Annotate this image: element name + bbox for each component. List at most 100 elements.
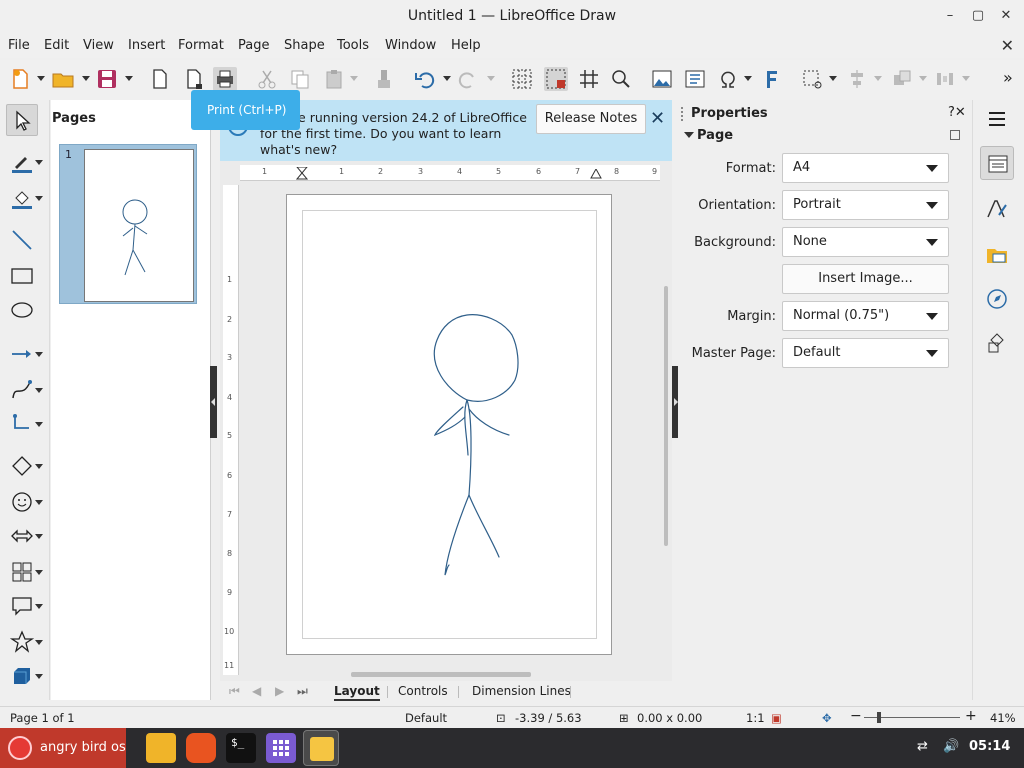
format-select[interactable]: A4 <box>782 153 949 183</box>
snap-grid-icon[interactable] <box>577 67 601 91</box>
flowchart-icon[interactable] <box>6 556 38 588</box>
connector-tool-icon[interactable] <box>6 408 38 440</box>
properties-close-button[interactable]: ✕ <box>955 105 966 120</box>
properties-help-button[interactable]: ?✕ <box>948 105 966 120</box>
insert-image-icon[interactable] <box>650 67 674 91</box>
fill-color-icon[interactable] <box>6 182 38 214</box>
clock[interactable]: 05:14 <box>969 739 1010 754</box>
drawing-canvas[interactable]: 1 1 2 3 4 5 6 7 8 9 1 2 3 4 5 6 7 8 9 10… <box>220 161 672 681</box>
export-icon[interactable] <box>148 67 172 91</box>
pages-pane-collapse-handle[interactable] <box>210 366 217 438</box>
new-dropdown-icon[interactable] <box>37 76 45 82</box>
volume-icon[interactable]: 🔊 <box>943 739 959 754</box>
symbol-shapes-icon[interactable] <box>6 486 38 518</box>
tab-dimension-lines[interactable]: Dimension Lines <box>472 684 571 698</box>
clone-formatting-icon[interactable] <box>372 67 396 91</box>
drawing-page[interactable] <box>286 194 612 655</box>
toolbar-overflow-icon[interactable]: » <box>1003 68 1024 92</box>
menu-format[interactable]: Format <box>178 38 224 53</box>
menu-view[interactable]: View <box>83 38 114 53</box>
page-thumbnail[interactable]: 1 <box>59 144 197 304</box>
transformations-dropdown-icon[interactable] <box>829 76 837 82</box>
curve-dropdown-icon[interactable] <box>35 388 43 394</box>
zoom-slider-handle[interactable] <box>877 712 881 723</box>
zoom-pan-icon[interactable] <box>609 67 633 91</box>
special-character-dropdown-icon[interactable] <box>744 76 752 82</box>
firefox-app-icon[interactable] <box>186 733 216 763</box>
horizontal-scrollbar[interactable] <box>351 672 531 677</box>
menu-file[interactable]: File <box>8 38 30 53</box>
callout-dropdown-icon[interactable] <box>35 604 43 610</box>
menu-insert[interactable]: Insert <box>128 38 165 53</box>
right-indent-marker[interactable] <box>590 169 602 179</box>
panel-grip[interactable] <box>681 107 683 121</box>
tab-controls[interactable]: Controls <box>398 684 448 698</box>
menu-edit[interactable]: Edit <box>44 38 69 53</box>
align-dropdown-icon[interactable] <box>874 76 882 82</box>
menu-help[interactable]: Help <box>451 38 481 53</box>
3d-objects-dropdown-icon[interactable] <box>35 674 43 680</box>
transformations-icon[interactable] <box>800 67 824 91</box>
paste-icon[interactable] <box>322 67 346 91</box>
orientation-select[interactable]: Portrait <box>782 190 949 220</box>
fill-color-dropdown-icon[interactable] <box>35 196 43 202</box>
page-indicator[interactable]: Page 1 of 1 <box>10 711 75 725</box>
block-arrows-dropdown-icon[interactable] <box>35 534 43 540</box>
arrow-line-dropdown-icon[interactable] <box>35 352 43 358</box>
zoom-in-button[interactable]: + <box>965 708 977 724</box>
open-dropdown-icon[interactable] <box>82 76 90 82</box>
document-modified-icon[interactable]: ▣ <box>771 711 782 725</box>
section-collapse-icon[interactable] <box>684 132 694 138</box>
basic-shapes-dropdown-icon[interactable] <box>35 464 43 470</box>
new-document-icon[interactable] <box>8 67 32 91</box>
3d-objects-icon[interactable] <box>6 660 38 692</box>
helplines-icon[interactable] <box>544 67 568 91</box>
terminal-app-icon[interactable]: $_ <box>226 733 256 763</box>
minimize-button[interactable]: – <box>940 6 960 26</box>
open-folder-icon[interactable] <box>51 67 75 91</box>
save-dropdown-icon[interactable] <box>125 76 133 82</box>
callout-icon[interactable] <box>6 590 38 622</box>
cut-icon[interactable] <box>255 67 279 91</box>
print-icon[interactable] <box>213 67 237 91</box>
line-color-dropdown-icon[interactable] <box>35 160 43 166</box>
zoom-percent[interactable]: 41% <box>990 711 1016 725</box>
export-pdf-icon[interactable] <box>182 67 206 91</box>
close-document-button[interactable]: ✕ <box>1001 36 1014 55</box>
line-color-icon[interactable] <box>6 146 38 178</box>
arrow-line-tool-icon[interactable] <box>6 338 38 370</box>
stick-figure-drawing[interactable] <box>287 195 613 656</box>
close-window-button[interactable]: ✕ <box>996 6 1016 26</box>
zoom-out-button[interactable]: − <box>850 708 862 724</box>
copy-icon[interactable] <box>288 67 312 91</box>
styles-tab-icon[interactable] <box>980 192 1014 226</box>
background-select[interactable]: None <box>782 227 949 257</box>
stars-icon[interactable] <box>6 626 38 658</box>
properties-tab-icon[interactable] <box>980 146 1014 180</box>
maximize-button[interactable]: ▢ <box>968 6 988 26</box>
arrange-dropdown-icon[interactable] <box>919 76 927 82</box>
gallery-tab-icon[interactable] <box>980 238 1014 272</box>
app-grid-icon[interactable] <box>266 733 296 763</box>
first-tab-icon[interactable]: ⏮ <box>229 684 240 699</box>
start-menu-button[interactable]: angry bird os <box>0 728 126 768</box>
undo-icon[interactable] <box>413 67 437 91</box>
sidebar-menu-icon[interactable] <box>980 102 1014 136</box>
scale-indicator[interactable]: 1:1 <box>746 711 765 725</box>
master-page-indicator[interactable]: Default <box>405 711 447 725</box>
ellipse-tool-icon[interactable] <box>6 294 38 326</box>
close-infobar-button[interactable]: ✕ <box>650 108 665 129</box>
redo-icon[interactable] <box>456 67 480 91</box>
distribute-icon[interactable] <box>933 67 957 91</box>
fontwork-icon[interactable] <box>760 67 784 91</box>
distribute-dropdown-icon[interactable] <box>962 76 970 82</box>
save-icon[interactable] <box>95 67 119 91</box>
more-options-icon[interactable] <box>950 130 960 140</box>
next-tab-icon[interactable]: ▶ <box>275 684 284 698</box>
connector-dropdown-icon[interactable] <box>35 422 43 428</box>
flowchart-dropdown-icon[interactable] <box>35 570 43 576</box>
network-icon[interactable]: ⇄ <box>917 739 928 754</box>
arrange-icon[interactable] <box>890 67 914 91</box>
line-tool-icon[interactable] <box>6 224 38 256</box>
navigator-tab-icon[interactable] <box>980 282 1014 316</box>
